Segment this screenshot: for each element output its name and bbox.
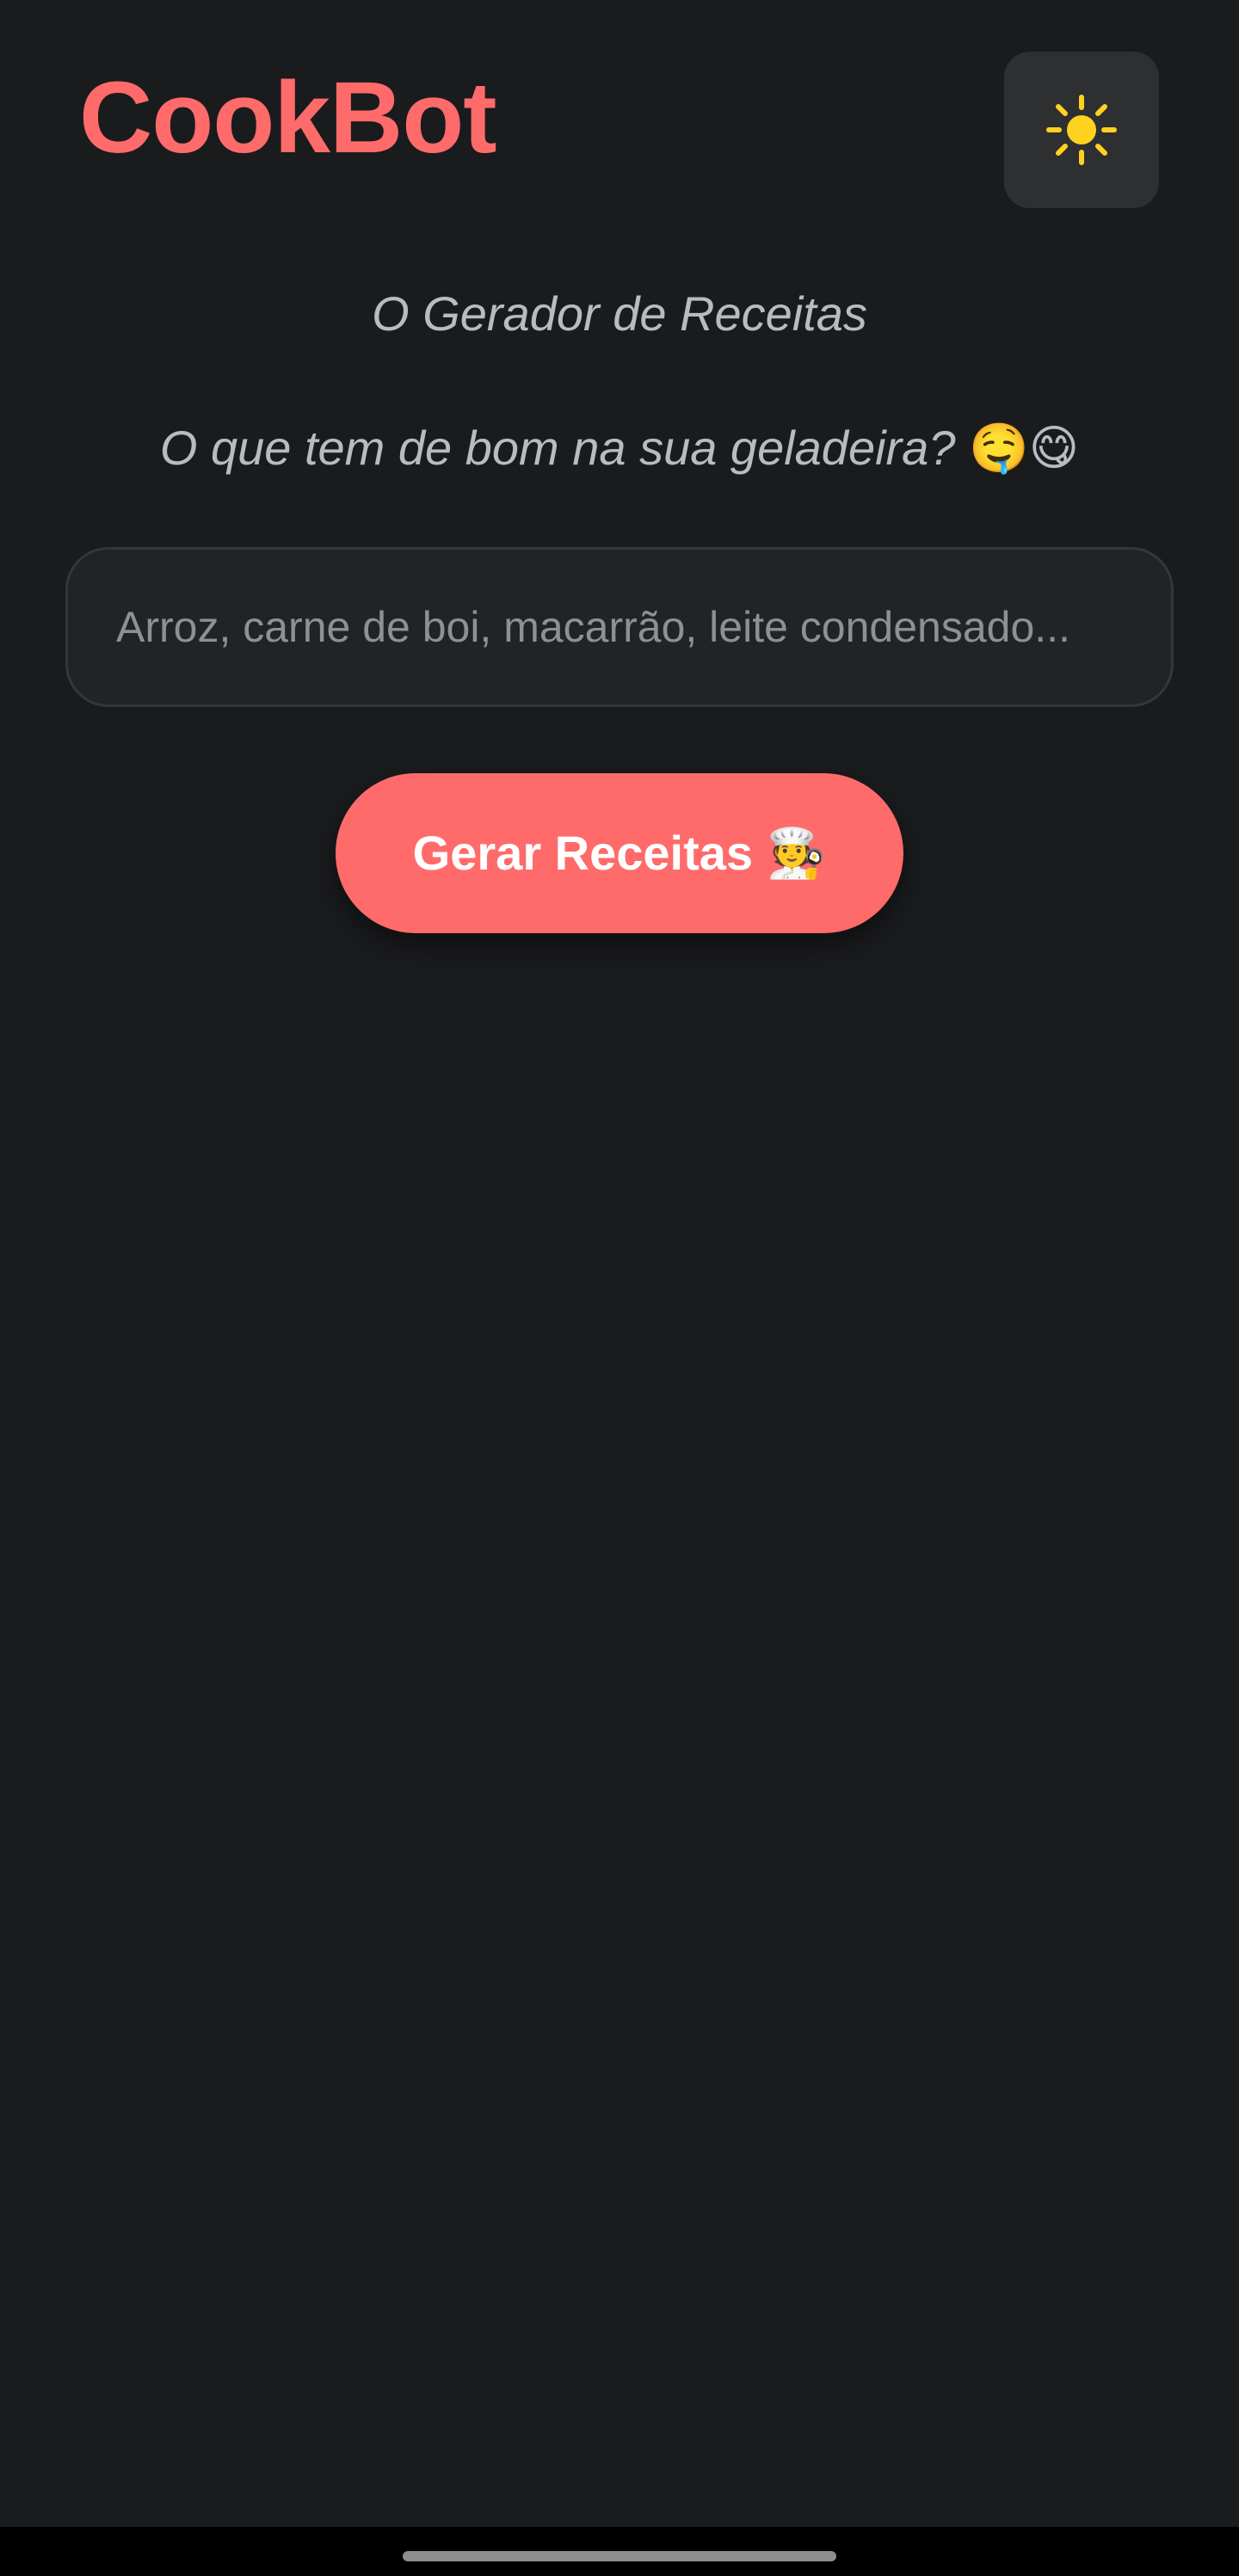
app-title: CookBot (79, 61, 497, 175)
theme-toggle-button[interactable] (1004, 52, 1159, 208)
app-screen: CookBot O Gerador de Receitas O que tem … (0, 0, 1239, 2576)
fridge-question-text: O que tem de bom na sua geladeira? (159, 421, 956, 475)
system-navigation-bar (0, 2527, 1239, 2576)
drooling-yummy-emoji: 🤤😋 (969, 421, 1080, 476)
home-gesture-handle[interactable] (403, 2551, 836, 2561)
ingredients-input[interactable] (65, 547, 1174, 707)
page-subtitle: O Gerador de Receitas (372, 286, 867, 341)
fridge-question: O que tem de bom na sua geladeira? 🤤😋 (0, 418, 1239, 479)
sun-icon (1045, 94, 1118, 166)
generate-recipes-button[interactable]: Gerar Receitas 🧑‍🍳 (336, 773, 903, 933)
